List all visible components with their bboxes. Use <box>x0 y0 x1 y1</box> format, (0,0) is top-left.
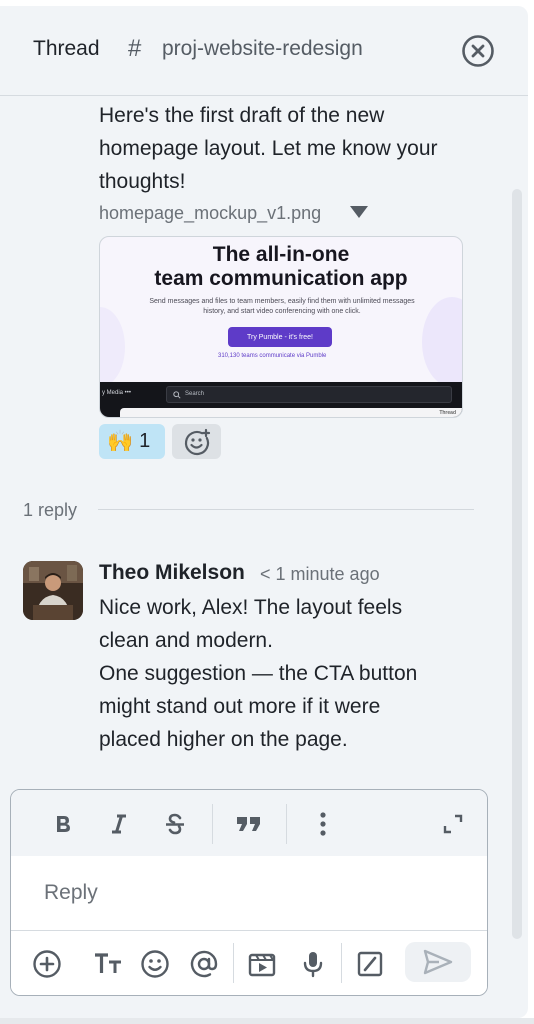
close-icon <box>462 35 494 67</box>
attachment-preview-image[interactable]: The all-in-one team communication app Se… <box>99 236 463 418</box>
preview-cta: Try Pumble - it's free! <box>228 327 332 347</box>
reply-line: might stand out more if it were <box>99 695 381 718</box>
preview-bar-label: y Media ••• <box>102 390 131 396</box>
preview-decoration <box>100 307 125 387</box>
video-clip-button[interactable] <box>245 947 279 981</box>
preview-app-bar: y Media ••• Search Thread <box>100 382 462 417</box>
replies-count: 1 reply <box>23 500 78 520</box>
add-reaction-button[interactable] <box>172 424 221 459</box>
preview-heading: team communication app <box>154 267 408 290</box>
search-icon <box>173 391 181 399</box>
add-emoji-icon <box>184 428 210 455</box>
slash-command-icon <box>357 951 383 977</box>
expand-icon <box>443 814 463 834</box>
message-text: Here's the first draft of the new homepa… <box>99 104 438 193</box>
text-format-button[interactable] <box>91 947 125 981</box>
preview-heading: The all-in-one <box>212 243 350 266</box>
toolbar-separator <box>212 804 213 844</box>
italic-icon <box>112 814 126 834</box>
preview-inner-panel: Thread <box>120 408 462 417</box>
bold-button[interactable] <box>49 810 77 838</box>
reaction-count: 1 <box>139 430 151 452</box>
quote-icon <box>237 817 260 831</box>
channel-hash-icon: # <box>128 35 142 62</box>
avatar[interactable] <box>23 561 83 620</box>
close-thread-button[interactable] <box>461 34 495 68</box>
reply-line: clean and modern. <box>99 629 273 652</box>
reply-timestamp: < 1 minute ago <box>260 564 380 584</box>
toolbar-separator <box>233 943 234 983</box>
italic-button[interactable] <box>105 810 133 838</box>
bottom-strip <box>0 1018 534 1024</box>
attachment-file-name[interactable]: homepage_mockup_v1.png <box>99 203 321 224</box>
thread-panel: Thread # proj-website-redesign Here's th… <box>0 6 528 1018</box>
preview-search-label: Search <box>185 391 205 397</box>
toolbar-separator <box>341 943 342 983</box>
scrollbar[interactable] <box>512 189 522 939</box>
reply-line: One suggestion — the CTA button <box>99 662 418 685</box>
quote-button[interactable] <box>235 810 263 838</box>
formatting-toolbar <box>11 790 487 856</box>
reaction-chip[interactable]: 🙌 1 <box>99 424 165 459</box>
caret-down-icon[interactable] <box>349 205 369 219</box>
video-clip-icon <box>248 953 276 977</box>
reply-line: Nice work, Alex! The layout feels <box>99 596 403 619</box>
thread-title: Thread <box>33 37 100 60</box>
more-vertical-icon <box>320 812 326 836</box>
mention-icon <box>190 950 218 978</box>
bold-icon <box>57 816 70 832</box>
send-button[interactable] <box>405 942 471 982</box>
toolbar-separator <box>286 804 287 844</box>
slash-command-button[interactable] <box>353 947 387 981</box>
preview-search: Search <box>166 386 452 403</box>
thread-header: Thread # proj-website-redesign <box>0 6 528 96</box>
channel-name[interactable]: proj-website-redesign <box>162 37 363 61</box>
avatar-photo <box>23 561 83 620</box>
strikethrough-icon <box>166 813 184 835</box>
emoji-button[interactable] <box>138 947 172 981</box>
preview-teams-text: 310,130 teams communicate via Pumble <box>218 353 327 359</box>
preview-inner-label: Thread <box>439 410 456 416</box>
strikethrough-button[interactable] <box>161 810 189 838</box>
reply-composer <box>10 789 488 996</box>
divider <box>98 509 474 510</box>
add-icon <box>33 950 61 978</box>
voice-message-button[interactable] <box>296 947 330 981</box>
more-options-button[interactable] <box>309 810 337 838</box>
text-format-icon <box>95 953 121 973</box>
emoji-icon <box>141 950 169 978</box>
raised-hands-emoji: 🙌 <box>107 429 134 453</box>
preview-subtext: Send messages and files to team members,… <box>149 298 415 315</box>
preview-decoration <box>422 297 462 387</box>
microphone-icon <box>303 952 323 978</box>
expand-composer-button[interactable] <box>439 810 467 838</box>
reply-line: placed higher on the page. <box>99 728 348 751</box>
send-icon <box>423 949 453 975</box>
reply-input[interactable] <box>11 856 487 930</box>
reply-author[interactable]: Theo Mikelson <box>99 561 245 585</box>
preview-teams-note: 310,130 teams communicate via Pumble <box>218 353 326 359</box>
reply-text: Nice work, Alex! The layout feels clean … <box>99 591 489 756</box>
mention-button[interactable] <box>187 947 221 981</box>
composer-toolbar <box>11 930 487 995</box>
add-attachment-button[interactable] <box>30 947 64 981</box>
